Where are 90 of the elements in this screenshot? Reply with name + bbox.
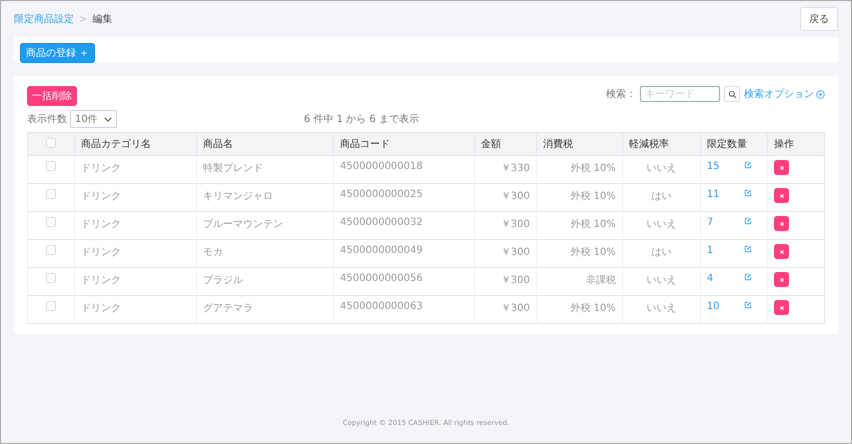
quantity-link[interactable]: 11: [706, 189, 720, 200]
checkbox[interactable]: [46, 189, 56, 199]
close-icon: [778, 276, 784, 282]
column-header: 商品カテゴリ名: [74, 132, 197, 156]
table-cell: 外税 10%: [536, 296, 622, 324]
plus-circle-icon: [816, 90, 825, 98]
quantity-link[interactable]: 15: [706, 161, 720, 172]
table-cell: 4500000000063: [334, 296, 474, 324]
edit-icon[interactable]: [744, 189, 752, 197]
table-cell: いいえ: [622, 212, 700, 240]
table-cell: いいえ: [622, 268, 700, 296]
delete-button[interactable]: [774, 188, 789, 203]
quantity-link[interactable]: 10: [706, 301, 720, 312]
close-icon: [778, 220, 784, 226]
table-cell: 外税 10%: [536, 240, 622, 268]
breadcrumb-link[interactable]: 限定商品設定: [14, 12, 74, 26]
caret-icon: [104, 116, 112, 122]
table-cell: 非課税: [536, 268, 622, 296]
checkbox[interactable]: [46, 138, 56, 148]
table-cell: ドリンク: [74, 240, 197, 268]
search-options-link[interactable]: 検索オプション: [744, 87, 825, 101]
close-icon: [778, 164, 784, 170]
bulk-delete-button[interactable]: 一括削除: [27, 86, 77, 106]
table-cell: ￥300: [474, 184, 536, 212]
table-cell: はい: [622, 240, 700, 268]
quantity-link[interactable]: 7: [706, 217, 714, 228]
table-cell: グアテマラ: [196, 296, 334, 324]
column-header: 操作: [768, 132, 824, 156]
table-cell: ドリンク: [74, 296, 197, 324]
checkbox[interactable]: [46, 301, 56, 311]
close-icon: [778, 248, 784, 254]
close-icon: [778, 304, 784, 310]
breadcrumb-separator: >: [79, 14, 88, 24]
column-header: 金額: [474, 132, 536, 156]
table-cell: 外税 10%: [536, 156, 622, 184]
page-size-label: 表示件数: [27, 112, 67, 126]
delete-button[interactable]: [774, 300, 789, 315]
table-cell: 4500000000049: [334, 240, 474, 268]
quantity-link[interactable]: 4: [706, 273, 714, 284]
edit-icon[interactable]: [744, 161, 752, 169]
table-cell: ￥300: [474, 240, 536, 268]
register-button[interactable]: 商品の登録 ＋: [20, 43, 96, 63]
table-cell: ドリンク: [74, 268, 197, 296]
column-header: 商品コード: [334, 132, 474, 156]
edit-icon[interactable]: [744, 273, 752, 281]
search-icon: [728, 90, 736, 98]
table-cell: ￥330: [474, 156, 536, 184]
quantity-link[interactable]: 1: [706, 245, 714, 256]
checkbox[interactable]: [46, 245, 56, 255]
column-header: 消費税: [536, 132, 622, 156]
edit-icon[interactable]: [744, 301, 752, 309]
checkbox[interactable]: [46, 273, 56, 283]
table-cell: いいえ: [622, 156, 700, 184]
close-icon: [778, 192, 784, 198]
delete-button[interactable]: [774, 272, 789, 287]
table-cell: ￥300: [474, 212, 536, 240]
search-label: 検索：: [606, 88, 636, 101]
checkbox[interactable]: [46, 217, 56, 227]
column-header: 商品名: [196, 132, 334, 156]
delete-button[interactable]: [774, 216, 789, 231]
delete-button[interactable]: [774, 244, 789, 259]
table-cell: ブルーマウンテン: [196, 212, 334, 240]
table-cell: はい: [622, 184, 700, 212]
table-cell: モカ: [196, 240, 334, 268]
table-cell: 4500000000018: [334, 156, 474, 184]
page-size-select[interactable]: 10件: [70, 110, 117, 128]
table-cell: ￥300: [474, 268, 536, 296]
table-cell: 4500000000025: [334, 184, 474, 212]
checkbox[interactable]: [46, 161, 56, 171]
breadcrumb-current: 編集: [92, 13, 112, 26]
table-cell: ドリンク: [74, 184, 197, 212]
edit-icon[interactable]: [744, 217, 752, 225]
table-cell: 外税 10%: [536, 212, 622, 240]
column-header: 軽減税率: [622, 132, 700, 156]
table-cell: ブラジル: [196, 268, 334, 296]
table-cell: 外税 10%: [536, 184, 622, 212]
edit-icon[interactable]: [744, 245, 752, 253]
table-cell: ドリンク: [74, 156, 197, 184]
table-cell: キリマンジャロ: [196, 184, 334, 212]
result-summary: 6 件中 1 から 6 まで表示: [304, 112, 419, 126]
table-cell: 4500000000056: [334, 268, 474, 296]
table-cell: ドリンク: [74, 212, 197, 240]
search-button[interactable]: [724, 86, 740, 102]
table-cell: いいえ: [622, 296, 700, 324]
table-cell: ￥300: [474, 296, 536, 324]
delete-button[interactable]: [774, 160, 789, 175]
table-cell: 特製ブレンド: [196, 156, 334, 184]
table-cell: 4500000000032: [334, 212, 474, 240]
column-header: 限定数量: [700, 132, 768, 156]
back-button[interactable]: 戻る: [800, 7, 838, 31]
